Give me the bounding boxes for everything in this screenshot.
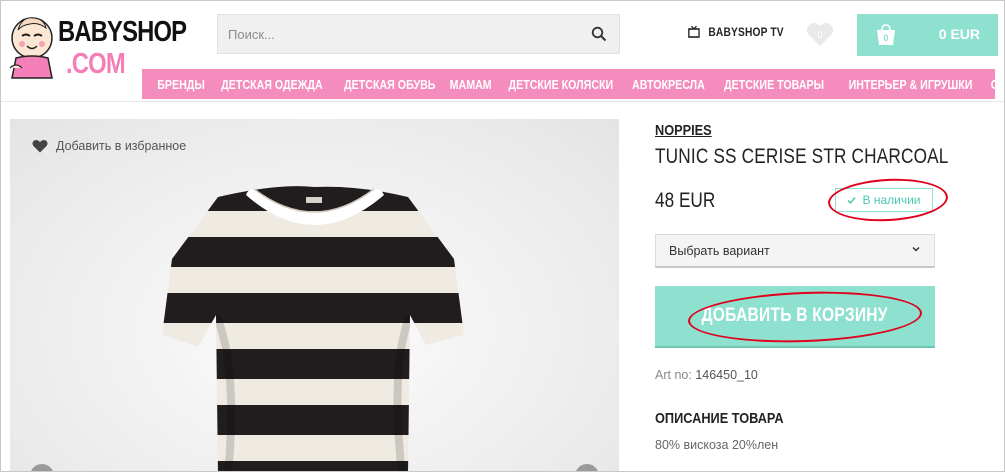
- favorites-count: 0: [817, 30, 822, 40]
- stock-status-badge: В наличии: [835, 188, 933, 212]
- gallery-next-arrow[interactable]: [575, 464, 599, 472]
- add-to-favorites-label: Добавить в избранное: [56, 139, 187, 153]
- cart-total: 0 EUR: [938, 26, 980, 42]
- product-title: TUNIC SS CERISE STR CHARCOAL: [655, 145, 949, 168]
- shopping-bag-icon: 0: [877, 24, 895, 45]
- nav-item-car-seats[interactable]: АВТОКРЕСЛА: [632, 77, 705, 92]
- product-brand-link[interactable]: NOPPIES: [655, 122, 712, 139]
- variant-select-label: Выбрать вариант: [669, 244, 770, 258]
- logo-wordmark: BABYSHOP: [58, 16, 187, 48]
- nav-item-brands[interactable]: БРЕНДЫ: [157, 77, 205, 92]
- chevron-down-icon: [912, 246, 920, 252]
- cart-count: 0: [883, 33, 888, 43]
- article-number-label: Art no:: [655, 368, 692, 382]
- description-text: 80% вискоза 20%лен: [655, 438, 779, 452]
- nav-item-strollers[interactable]: ДЕТСКИЕ КОЛЯСКИ: [508, 77, 613, 92]
- tv-label: BABYSHOP TV: [708, 25, 784, 39]
- nav-item-moms[interactable]: МАМАМ: [450, 77, 492, 92]
- heart-icon: 0: [807, 22, 833, 46]
- header-divider: [0, 101, 1005, 102]
- variant-select[interactable]: Выбрать вариант: [655, 234, 935, 268]
- product-photo: [162, 186, 464, 472]
- search-input[interactable]: [218, 15, 578, 53]
- nav-item-kids-clothing[interactable]: ДЕТСКАЯ ОДЕЖДА: [221, 77, 323, 92]
- baby-logo-icon: [9, 17, 53, 79]
- add-to-cart-button[interactable]: ДОБАВИТЬ В КОРЗИНУ: [655, 286, 935, 348]
- logo-domain: .COM: [66, 48, 126, 80]
- nav-item-sale[interactable]: СКИДКИ: [991, 77, 1005, 92]
- description-heading: ОПИСАНИЕ ТОВАРА: [655, 410, 784, 427]
- heart-icon: [32, 139, 48, 153]
- nav-item-interior-toys[interactable]: ИНТЕРЬЕР & ИГРУШКИ: [849, 77, 973, 92]
- search-bar: [217, 14, 620, 54]
- add-to-favorites-link[interactable]: Добавить в избранное: [32, 139, 186, 153]
- gallery-prev-arrow[interactable]: [30, 464, 54, 472]
- main-nav: БРЕНДЫ ДЕТСКАЯ ОДЕЖДА ДЕТСКАЯ ОБУВЬ МАМА…: [142, 69, 1005, 99]
- nav-item-kids-shoes[interactable]: ДЕТСКАЯ ОБУВЬ: [344, 77, 435, 92]
- stock-status-label: В наличии: [862, 193, 921, 207]
- babyshop-tv-link[interactable]: BABYSHOP TV: [688, 25, 784, 39]
- article-number-value: 146450_10: [695, 368, 758, 382]
- checkmark-icon: [847, 196, 857, 204]
- tv-icon: [688, 26, 700, 38]
- article-number: Art no: 146450_10: [655, 368, 758, 382]
- nav-item-kids-goods[interactable]: ДЕТСКИЕ ТОВАРЫ: [724, 77, 824, 92]
- search-icon[interactable]: [591, 26, 607, 42]
- product-price: 48 EUR: [655, 189, 716, 212]
- product-image-gallery: Добавить в избранное: [10, 119, 619, 472]
- cart-button[interactable]: 0 0 EUR: [857, 14, 998, 56]
- add-to-cart-label: ДОБАВИТЬ В КОРЗИНУ: [701, 305, 889, 326]
- favorites-button[interactable]: 0: [806, 21, 834, 47]
